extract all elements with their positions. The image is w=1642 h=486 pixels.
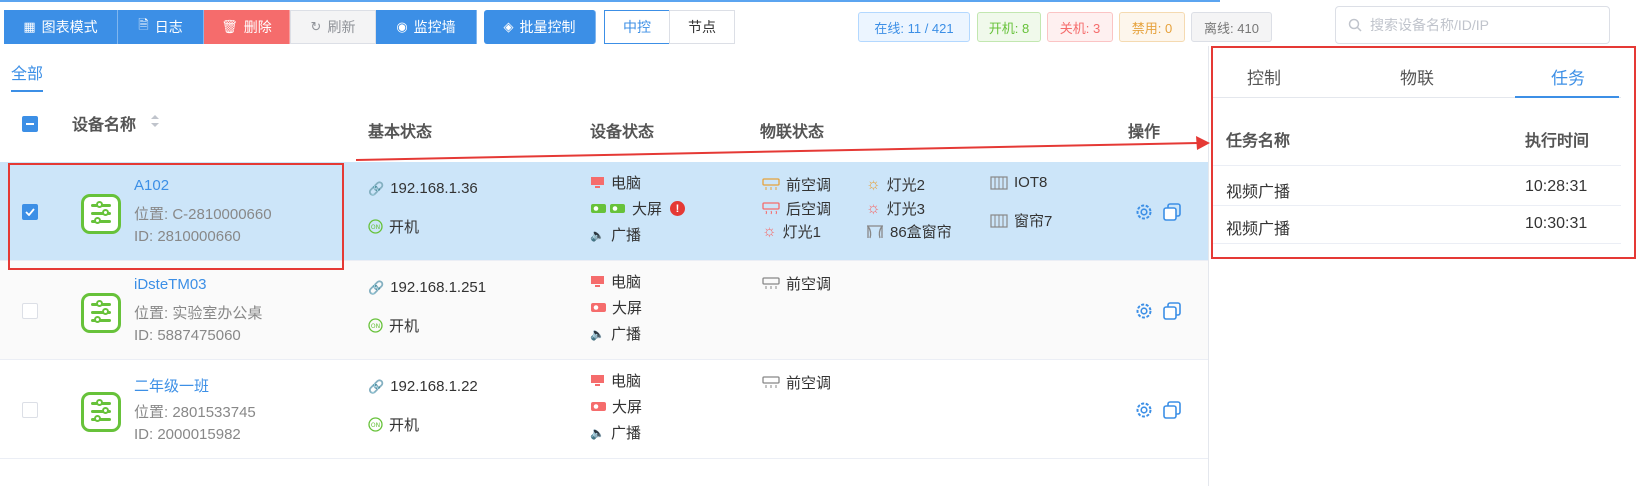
- annotation-arrow: [355, 136, 1210, 161]
